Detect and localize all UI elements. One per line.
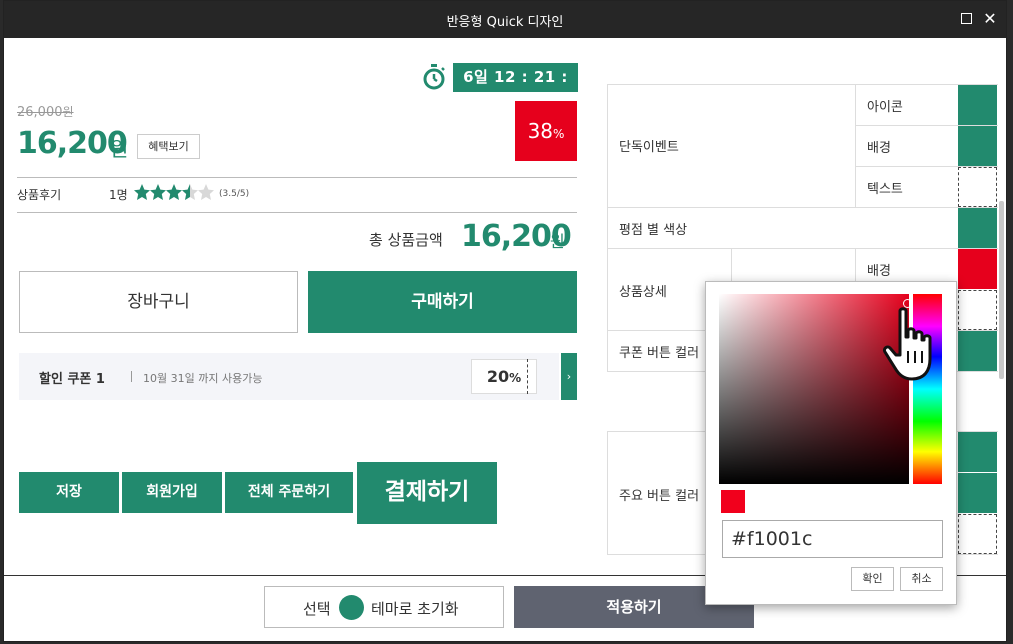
coupon-banner[interactable]: 할인 쿠폰 1 10월 31일 까지 사용가능 20% (19, 353, 559, 400)
reset-prefix: 선택 (303, 600, 331, 618)
divider (17, 212, 577, 213)
rating-text: (3.5/5) (219, 189, 250, 199)
swatch-solo-icon[interactable] (958, 85, 997, 125)
reset-suffix: 테마로 초기화 (371, 600, 459, 618)
setting-detail-background: 배경 (867, 264, 891, 279)
star-empty-icon (198, 184, 214, 200)
star-icon (134, 184, 150, 200)
original-price-unit: 원 (62, 105, 74, 119)
setting-coupon-button-color: 쿠폰 버튼 컬러 (619, 346, 700, 361)
title-bar: 반응형 Quick 디자인 ✕ (4, 1, 1006, 38)
theme-color-dot (339, 595, 364, 620)
stopwatch-icon (423, 64, 445, 90)
order-all-button[interactable]: 전체 주문하기 (225, 472, 353, 513)
pay-button[interactable]: 결제하기 (357, 462, 497, 524)
total-unit: 원 (550, 232, 565, 251)
maximize-icon (960, 13, 972, 24)
hand-cursor-icon (883, 307, 932, 381)
swatch-main-button-1[interactable] (958, 432, 997, 472)
star-icon (166, 184, 182, 200)
swatch-main-button-3[interactable] (958, 514, 997, 554)
review-count: 1명 (109, 188, 128, 202)
setting-main-button-color: 주요 버튼 컬러 (619, 489, 700, 504)
coupon-title: 할인 쿠폰 1 (39, 372, 105, 387)
discount-value: 38 (527, 119, 554, 143)
benefit-button[interactable]: 혜택보기 (137, 134, 200, 159)
saturation-value-area[interactable] (719, 294, 912, 484)
hex-input[interactable]: #f1001c (722, 520, 943, 558)
picker-cancel-button[interactable]: 취소 (900, 567, 943, 591)
setting-rating-color: 평점 별 색상 (619, 223, 688, 238)
close-icon[interactable]: ✕ (982, 11, 998, 27)
window-title: 반응형 Quick 디자인 (446, 15, 564, 30)
swatch-detail-background[interactable] (958, 249, 997, 289)
rating-stars (134, 184, 214, 200)
countdown-timer: 6일 12 : 21 : 32 (453, 63, 578, 115)
maximize-button[interactable] (958, 11, 974, 27)
swatch-detail-text[interactable] (958, 290, 997, 330)
scrollbar[interactable] (999, 201, 1004, 379)
original-price: 26,000원 (17, 103, 74, 120)
picker-ok-button[interactable]: 확인 (851, 567, 894, 591)
setting-text: 텍스트 (867, 182, 903, 197)
total-label: 총 상품금액 (369, 231, 443, 249)
join-button[interactable]: 회원가입 (122, 472, 222, 513)
original-price-value: 26,000 (17, 105, 63, 120)
setting-icon: 아이콘 (867, 100, 903, 115)
discount-unit: % (553, 127, 565, 141)
coupon-desc: 10월 31일 까지 사용가능 (143, 372, 263, 385)
save-button[interactable]: 저장 (19, 472, 119, 513)
discount-badge: 38% (515, 101, 577, 161)
divider (17, 177, 577, 178)
coupon-percent-value: 20 (486, 367, 510, 386)
swatch-coupon-button[interactable] (958, 331, 997, 371)
chevron-right-icon[interactable]: › (561, 353, 577, 400)
swatch-main-button-2[interactable] (958, 473, 997, 513)
swatch-solo-background[interactable] (958, 126, 997, 166)
cart-button[interactable]: 장바구니 (19, 271, 298, 333)
star-half-icon (182, 184, 198, 200)
setting-background: 배경 (867, 141, 891, 156)
swatch-solo-text[interactable] (958, 167, 997, 207)
coupon-separator (131, 371, 132, 382)
setting-product-detail: 상품상세 (619, 285, 667, 300)
sale-price-unit: 원 (110, 137, 129, 161)
coupon-dash-line (527, 359, 528, 394)
star-icon (150, 184, 166, 200)
swatch-rating[interactable] (958, 208, 997, 248)
review-label: 상품후기 (17, 188, 62, 202)
buy-button[interactable]: 구매하기 (308, 271, 577, 333)
setting-solo-event: 단독이벤트 (619, 140, 679, 155)
reset-theme-button[interactable]: 선택 테마로 초기화 (264, 586, 504, 628)
color-preview (721, 490, 745, 513)
app-window: 반응형 Quick 디자인 ✕ 6일 12 : 21 : 32 26,000원 … (3, 0, 1007, 642)
coupon-percent-unit: % (509, 371, 522, 385)
